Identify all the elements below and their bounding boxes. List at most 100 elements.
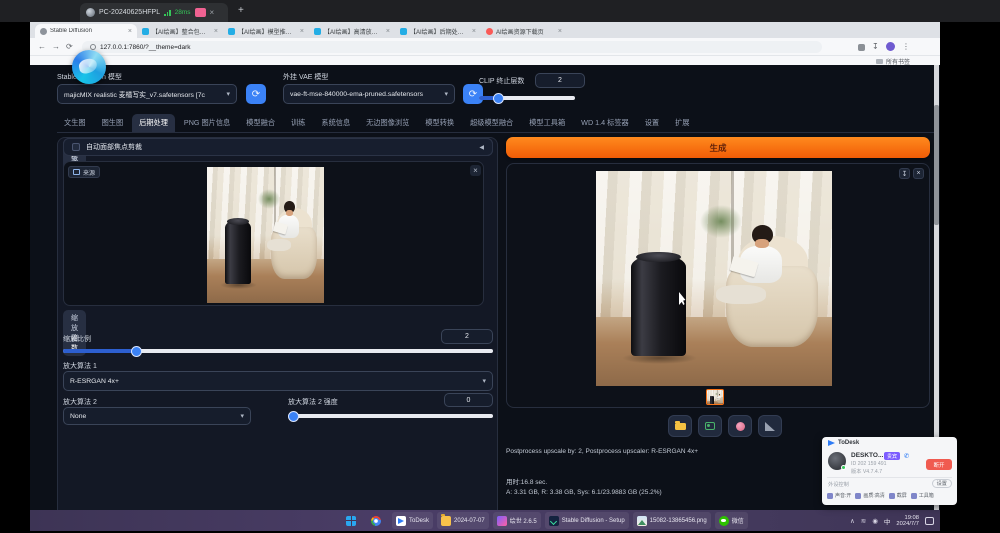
browser-tab[interactable]: 【AI绘画】高清放大教程_哔哩哔哩 × — [309, 24, 395, 38]
control-chip[interactable]: 截屏 — [889, 492, 907, 499]
main-tab[interactable]: 无边图像浏览 — [359, 114, 416, 132]
clip-skip-value[interactable]: 2 — [535, 73, 585, 88]
chip-icon — [855, 493, 861, 499]
section-label: 外设控制 — [828, 481, 849, 488]
browser-tab[interactable]: 【AI绘画】整合包安装教程_哔哩哔哩 × — [137, 24, 223, 38]
forward-icon[interactable]: → — [52, 42, 60, 52]
tab-title: 【AI绘画】模型推荐_哔哩哔哩 — [238, 27, 297, 36]
upscaler2-dropdown[interactable]: None ▾ — [63, 407, 251, 425]
browser-tab[interactable]: Stable Diffusion × — [35, 24, 137, 38]
taskbar-item[interactable]: Stable Diffusion - Setup — [545, 512, 629, 529]
upscaler1-dropdown[interactable]: R-ESRGAN 4x+ ▾ — [63, 371, 493, 391]
scrollbar-thumb[interactable] — [934, 105, 939, 225]
send-to-inpaint-button[interactable] — [728, 415, 752, 437]
slider-knob[interactable] — [288, 411, 299, 422]
tab-close-icon[interactable]: × — [128, 28, 132, 35]
volume-icon[interactable]: ◉ — [872, 517, 878, 525]
main-tab[interactable]: 系统信息 — [314, 114, 357, 132]
vae-dropdown[interactable]: vae-ft-mse-840000-ema-pruned.safetensors… — [283, 84, 455, 104]
slider-knob[interactable] — [493, 93, 504, 104]
app-icon — [346, 516, 356, 526]
refresh-models-button[interactable]: ⟳ — [246, 84, 266, 104]
open-folder-button[interactable] — [668, 415, 692, 437]
call-icon[interactable]: ✆ — [904, 452, 909, 460]
browser-tab[interactable]: 【AI绘画】模型推荐_哔哩哔哩 × — [223, 24, 309, 38]
site-info-icon[interactable] — [90, 44, 96, 50]
main-tab[interactable]: 图生图 — [95, 114, 131, 132]
new-session-button[interactable]: + — [238, 5, 244, 17]
close-session-icon[interactable]: × — [210, 9, 215, 17]
browser-tab[interactable]: AI绘画资源下载页 × — [481, 24, 567, 38]
control-chip[interactable]: 声音:开 — [827, 492, 851, 499]
app-icon — [396, 516, 406, 526]
tab-close-icon[interactable]: × — [386, 28, 390, 35]
input-language[interactable]: 中 — [884, 516, 891, 526]
main-tab[interactable]: 训练 — [284, 114, 312, 132]
checkbox[interactable] — [72, 143, 80, 151]
main-tab[interactable]: 模型工具箱 — [522, 114, 572, 132]
clear-image-icon[interactable]: × — [470, 165, 481, 176]
taskbar-item[interactable]: 微信 — [715, 512, 748, 529]
image-icon — [705, 422, 715, 430]
taskbar-item[interactable]: ToDesk — [392, 512, 433, 529]
taskbar-item[interactable]: 2024-07-07 — [437, 512, 489, 529]
main-tab[interactable]: 模型转换 — [418, 114, 461, 132]
back-icon[interactable]: ← — [38, 42, 46, 52]
download-image-icon[interactable]: ↧ — [899, 168, 910, 179]
taskbar-item[interactable]: 15082-13865456.png — [633, 512, 711, 529]
send-to-extras-button[interactable] — [758, 415, 782, 437]
upscaler2-strength-slider[interactable] — [288, 414, 493, 418]
plant — [700, 205, 742, 237]
refresh-vae-button[interactable]: ⟳ — [463, 84, 483, 104]
taskbar-item[interactable] — [342, 512, 363, 529]
main-tab[interactable]: 后期处理 — [132, 114, 175, 132]
taskbar-item[interactable]: 绘世 2.6.5 — [493, 512, 541, 529]
tab-close-icon[interactable]: × — [558, 28, 562, 35]
tab-close-icon[interactable]: × — [472, 28, 476, 35]
network-icon[interactable]: ≋ — [861, 517, 866, 525]
main-tab[interactable]: 设置 — [638, 114, 666, 132]
tab-favicon — [142, 28, 149, 35]
gallery-thumbnail[interactable] — [706, 389, 724, 405]
clock[interactable]: 19:08 2024/7/7 — [896, 515, 919, 527]
image-upload-area[interactable]: 来源 × — [63, 161, 484, 306]
browser-tab[interactable]: 【AI绘画】后期处理流程_哔哩哔哩 × — [395, 24, 481, 38]
accordion-section[interactable]: 自动面部焦点剪裁 ◀ — [63, 138, 493, 156]
main-tab[interactable]: 超级模型融合 — [463, 114, 520, 132]
main-tab[interactable]: WD 1.4 标签器 — [574, 114, 636, 132]
profile-avatar[interactable] — [886, 42, 895, 51]
output-image[interactable] — [596, 171, 832, 386]
control-chip[interactable]: 工具箱 — [911, 492, 934, 499]
generate-button[interactable]: 生成 — [506, 137, 930, 158]
tab-close-icon[interactable]: × — [214, 28, 218, 35]
tab-title: 【AI绘画】高清放大教程_哔哩哔哩 — [324, 27, 383, 36]
main-tab[interactable]: PNG 图片信息 — [177, 114, 237, 132]
scale-ratio-value[interactable]: 2 — [441, 329, 493, 344]
extensions-icon[interactable] — [858, 44, 865, 51]
send-to-img2img-button[interactable] — [698, 415, 722, 437]
remote-session-tab[interactable]: PC-20240625HFPL 28ms × — [80, 3, 228, 22]
taskbar-items: ToDesk 2024-07-07 绘世 2.6.5 Stabl — [342, 510, 748, 531]
upscaler2-strength-value[interactable]: 0 — [444, 393, 493, 407]
browser-menu-icon[interactable]: ⋮ — [902, 42, 910, 51]
tray-expand-icon[interactable]: ∧ — [850, 517, 855, 525]
notification-center-icon[interactable] — [925, 517, 934, 525]
reload-icon[interactable]: ⟳ — [66, 42, 73, 52]
tab-close-icon[interactable]: × — [300, 28, 304, 35]
address-bar[interactable]: 127.0.0.1:7860/?__theme=dark — [82, 41, 822, 53]
main-tab[interactable]: 扩展 — [668, 114, 696, 132]
control-chip[interactable]: 画质:高清 — [855, 492, 884, 499]
slider-knob[interactable] — [131, 346, 142, 357]
close-gallery-icon[interactable]: × — [913, 168, 924, 179]
taskbar-item[interactable] — [367, 512, 388, 529]
settings-button[interactable]: 设置 — [932, 479, 952, 488]
main-tab[interactable]: 模型融合 — [239, 114, 282, 132]
app-label: 2024-07-07 — [454, 518, 485, 524]
clip-skip-slider[interactable] — [479, 96, 575, 100]
sd-model-dropdown[interactable]: majicMIX realistic 麦橘写实_v7.safetensors [… — [57, 84, 237, 104]
downloads-icon[interactable]: ↧ — [872, 42, 879, 51]
scale-ratio-slider[interactable] — [63, 349, 493, 353]
upscaler1-value: R-ESRGAN 4x+ — [70, 378, 478, 385]
disconnect-button[interactable]: 断开 — [926, 459, 952, 470]
main-tab[interactable]: 文生图 — [57, 114, 93, 132]
